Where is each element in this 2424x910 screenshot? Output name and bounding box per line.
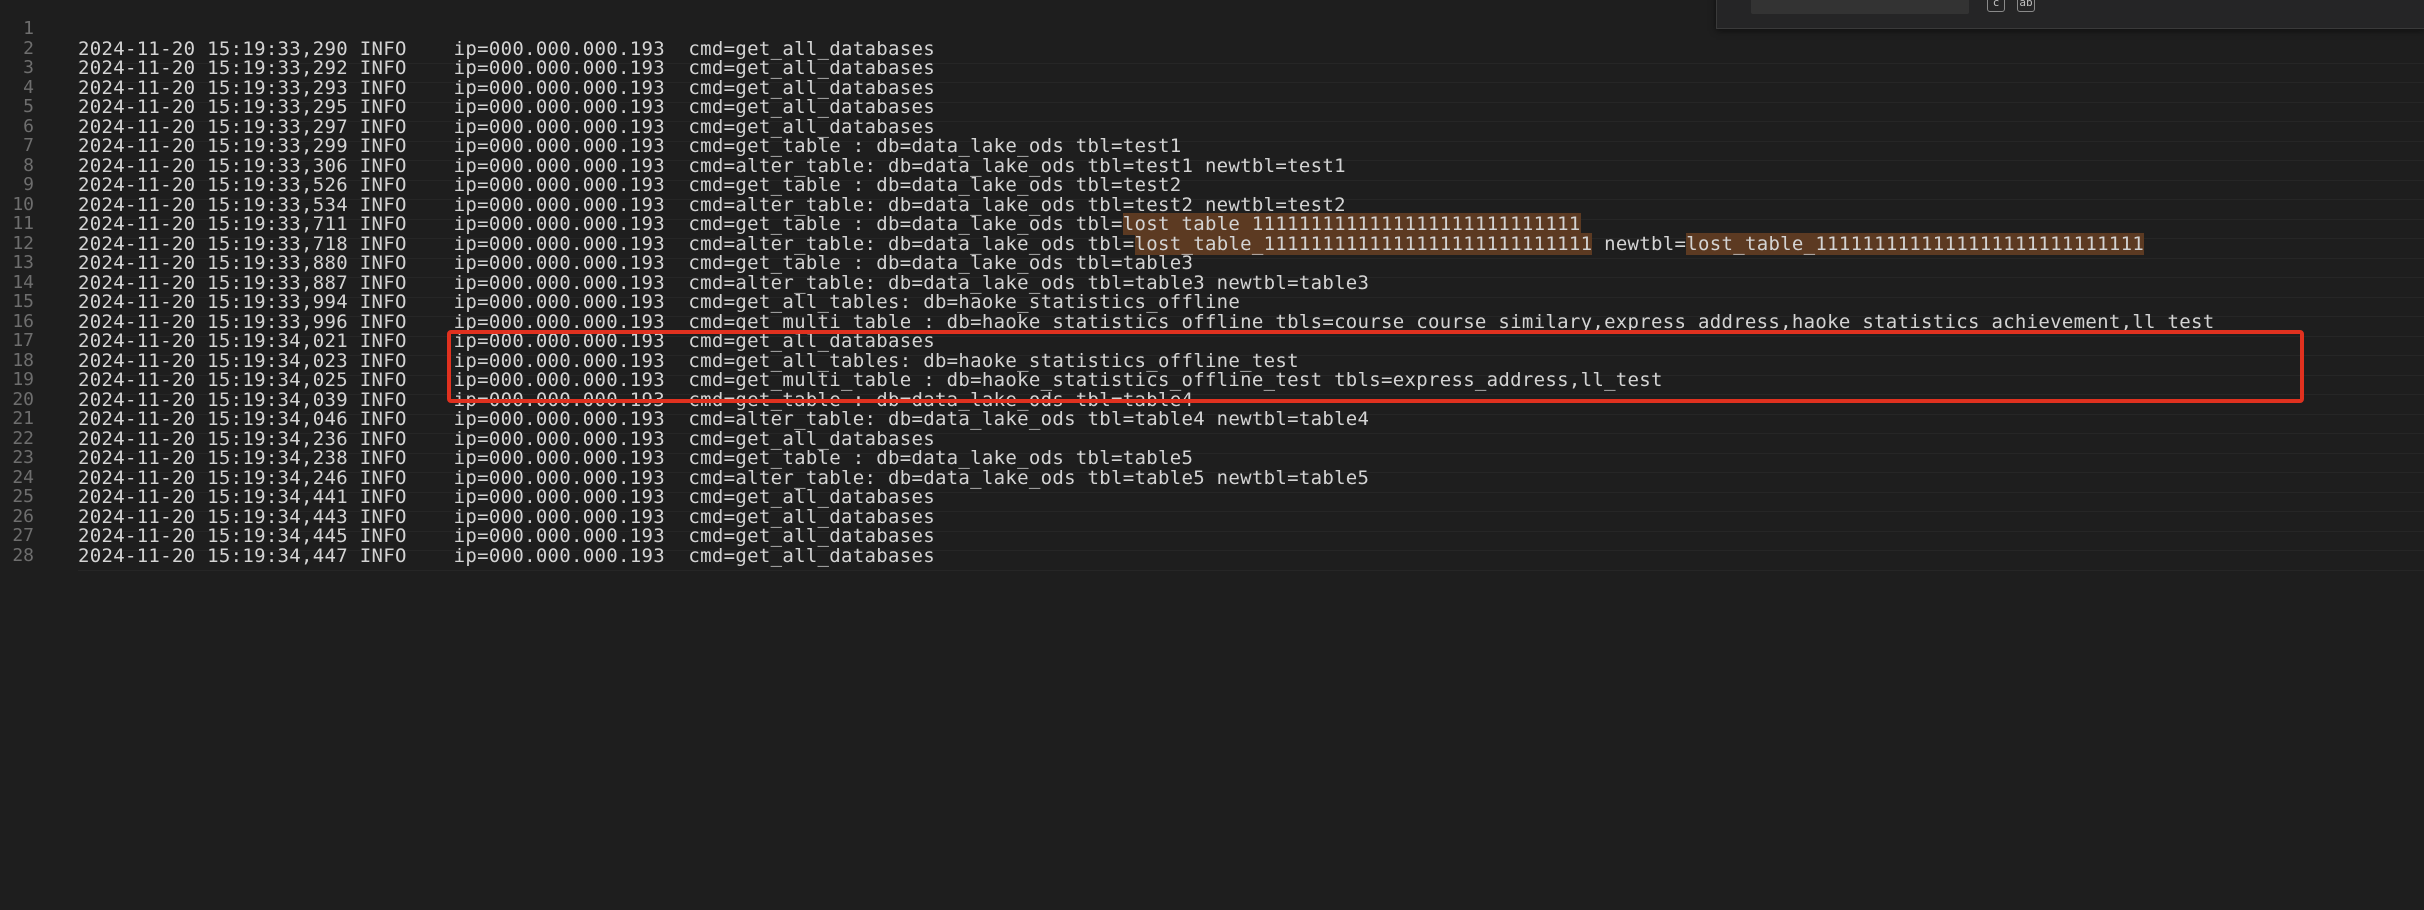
line-text: 2024-11-20 15:19:34,447 INFO ip=000.000.…	[78, 545, 935, 567]
find-input[interactable]	[1751, 0, 1969, 14]
find-widget: c ab	[1716, 0, 2424, 29]
line-number: 28	[12, 545, 34, 566]
editor-line[interactable]: 28 2024-11-20 15:19:34,447 INFO ip=000.00…	[0, 541, 2424, 571]
whole-word-icon[interactable]: ab	[2017, 0, 2035, 12]
log-editor[interactable]: 1 2 2024-11-20 15:19:33,290 INFO ip=000.00…	[0, 0, 2424, 910]
match-case-icon[interactable]: c	[1987, 0, 2005, 12]
annotation-highlight-box	[447, 330, 2304, 403]
